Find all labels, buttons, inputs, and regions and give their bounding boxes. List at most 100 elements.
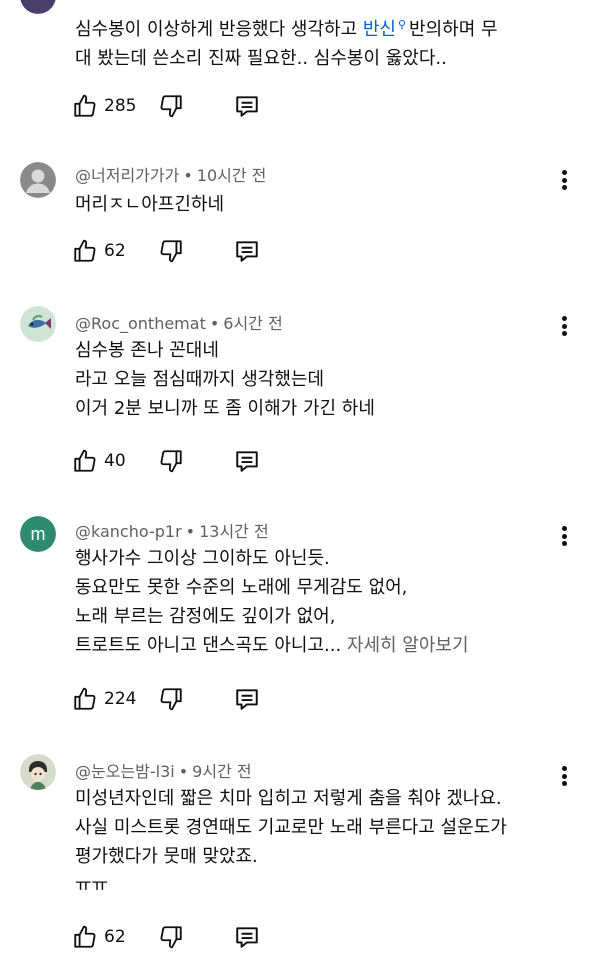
reply-icon (236, 927, 258, 948)
author-name[interactable]: @눈오는밤-l3i (75, 762, 175, 781)
comment-meta: @너저리가가가 • 10시간 전 (75, 162, 266, 186)
reply-button[interactable] (234, 924, 260, 950)
more-options-icon[interactable] (556, 168, 572, 192)
author-name[interactable]: @Roc_onthemat (75, 314, 206, 333)
like-button[interactable]: 224 (72, 686, 138, 712)
avatar[interactable] (20, 754, 56, 790)
thumbs-down-icon (160, 450, 182, 473)
timestamp: 9시간 전 (192, 762, 252, 781)
comment: m @kancho-p1r • 13시간 전 행사가수 그이상 그이하도 아닌듯. … (0, 498, 600, 738)
comment-meta: @Roc_onthemat • 6시간 전 (75, 310, 283, 334)
separator-dot: • (185, 522, 196, 541)
comment-body: 미성년자인데 짧은 치마 입히고 저렇게 춤을 춰야 겠나요. 사실 미스트롯 … (75, 784, 507, 900)
comment-text: 심수봉이 이상하게 반응했다 생각하고 (75, 19, 363, 40)
reply-icon (236, 96, 258, 117)
comment-line: 심수봉 존나 꼰대네 (75, 340, 219, 361)
comment-meta: @kancho-p1r • 13시간 전 (75, 518, 269, 542)
comment-actions: 40 (72, 446, 260, 476)
reply-button[interactable] (234, 238, 260, 264)
comment-line: 심수봉이 이상하게 반응했다 생각하고 반신 ⚲ 반의하며 무 (75, 10, 498, 44)
reply-button[interactable] (234, 448, 260, 474)
dislike-button[interactable] (158, 93, 184, 119)
dislike-button[interactable] (158, 686, 184, 712)
reply-button[interactable] (234, 93, 260, 119)
dislike-button[interactable] (158, 924, 184, 950)
search-link[interactable]: 반신 (363, 19, 396, 40)
avatar[interactable] (20, 162, 56, 198)
author-name[interactable]: @너저리가가가 (75, 166, 179, 185)
comment-line: 이거 2분 보니까 또 좀 이해가 가긴 하네 (75, 398, 375, 419)
read-more-link[interactable]: 자세히 알아보기 (347, 635, 469, 656)
more-options-icon[interactable] (556, 764, 572, 788)
dislike-button[interactable] (158, 448, 184, 474)
comment-line: 트로트도 아니고 댄스곡도 아니고... 자세히 알아보기 (75, 631, 469, 660)
comment-line: 대 봤는데 쓴소리 진짜 필요한.. 심수봉이 옳았다.. (75, 48, 447, 69)
comment-line: 행사가수 그이상 그이하도 아닌듯. (75, 548, 330, 569)
thumbs-up-icon (74, 449, 96, 472)
comment-line: 미성년자인데 짧은 치마 입히고 저렇게 춤을 춰야 겠나요. (75, 788, 502, 809)
comment-line: 동요만도 못한 수준의 노래에 무게감도 없어, (75, 577, 408, 598)
separator-dot: • (183, 166, 193, 185)
avatar[interactable] (20, 0, 56, 14)
comment-line: 노래 부르는 감정에도 깊이가 없어, (75, 606, 336, 627)
like-count: 285 (104, 96, 137, 116)
like-count: 62 (104, 241, 126, 261)
thumbs-up-icon (74, 687, 96, 710)
like-button[interactable]: 40 (72, 448, 138, 474)
comment-line: 평가했다가 뭇매 맞았죠. (75, 846, 258, 867)
like-count: 40 (104, 451, 126, 471)
timestamp: 13시간 전 (199, 522, 269, 541)
svg-text:m: m (31, 524, 46, 544)
more-options-icon[interactable] (556, 524, 572, 548)
comment-body: 머리ㅈㄴ아프긴하네 (75, 190, 224, 219)
search-icon[interactable]: ⚲ (398, 10, 406, 39)
like-button[interactable]: 285 (72, 93, 138, 119)
like-count: 62 (104, 927, 126, 947)
comment-meta: @눈오는밤-l3i • 9시간 전 (75, 758, 252, 782)
separator-dot: • (178, 762, 189, 781)
reply-button[interactable] (234, 686, 260, 712)
timestamp: 10시간 전 (196, 166, 267, 185)
comment-text: 트로트도 아니고 댄스곡도 아니고... (75, 635, 347, 656)
like-button[interactable]: 62 (72, 924, 138, 950)
author-name[interactable]: @kancho-p1r (75, 522, 182, 541)
thumbs-down-icon (160, 240, 182, 263)
comment-actions: 62 (72, 922, 260, 952)
reply-icon (236, 241, 258, 262)
comment-actions: 224 (72, 684, 260, 714)
thumbs-up-icon (74, 239, 96, 262)
comment: @너저리가가가 • 10시간 전 머리ㅈㄴ아프긴하네 62 (0, 140, 600, 290)
thumbs-up-icon (74, 94, 96, 117)
reply-icon (236, 689, 258, 710)
fish-icon (20, 306, 56, 342)
comment: @눈오는밤-l3i • 9시간 전 미성년자인데 짧은 치마 입히고 저렇게 춤을 … (0, 738, 600, 968)
comment-text: 반의하며 무 (409, 19, 498, 40)
person-icon (20, 162, 56, 198)
thumbs-down-icon (160, 926, 182, 949)
dislike-button[interactable] (158, 238, 184, 264)
comment-line: 라고 오늘 점심때까지 생각했는데 (75, 369, 325, 390)
comment-body: 행사가수 그이상 그이하도 아닌듯. 동요만도 못한 수준의 노래에 무게감도 … (75, 544, 469, 660)
comment: @Roc_onthemat • 6시간 전 심수봉 존나 꼰대네 라고 오늘 점심때… (0, 290, 600, 498)
thumbs-down-icon (160, 95, 182, 118)
more-options-icon[interactable] (556, 314, 572, 338)
comment-line: ㅠㅠ (75, 875, 109, 896)
thumbs-up-icon (74, 925, 96, 948)
comment-body: 심수봉이 이상하게 반응했다 생각하고 반신 ⚲ 반의하며 무 대 봤는데 쓴소리 … (75, 10, 498, 73)
letter-avatar: m (20, 516, 56, 552)
comment-actions: 285 (72, 91, 260, 121)
separator-dot: • (209, 314, 220, 333)
reply-icon (236, 451, 258, 472)
comment-actions: 62 (72, 236, 260, 266)
comment-line: 사실 미스트롯 경연때도 기교로만 노래 부른다고 설운도가 (75, 817, 507, 838)
avatar[interactable] (20, 306, 56, 342)
comment: 심수봉이 이상하게 반응했다 생각하고 반신 ⚲ 반의하며 무 대 봤는데 쓴소리 … (0, 0, 600, 140)
like-button[interactable]: 62 (72, 238, 138, 264)
timestamp: 6시간 전 (223, 314, 283, 333)
like-count: 224 (104, 689, 137, 709)
comment-body: 심수봉 존나 꼰대네 라고 오늘 점심때까지 생각했는데 이거 2분 보니까 또… (75, 336, 375, 423)
comment-line: 머리ㅈㄴ아프긴하네 (75, 194, 225, 215)
avatar[interactable]: m (20, 516, 56, 552)
character-icon (20, 754, 56, 790)
thumbs-down-icon (160, 688, 182, 711)
